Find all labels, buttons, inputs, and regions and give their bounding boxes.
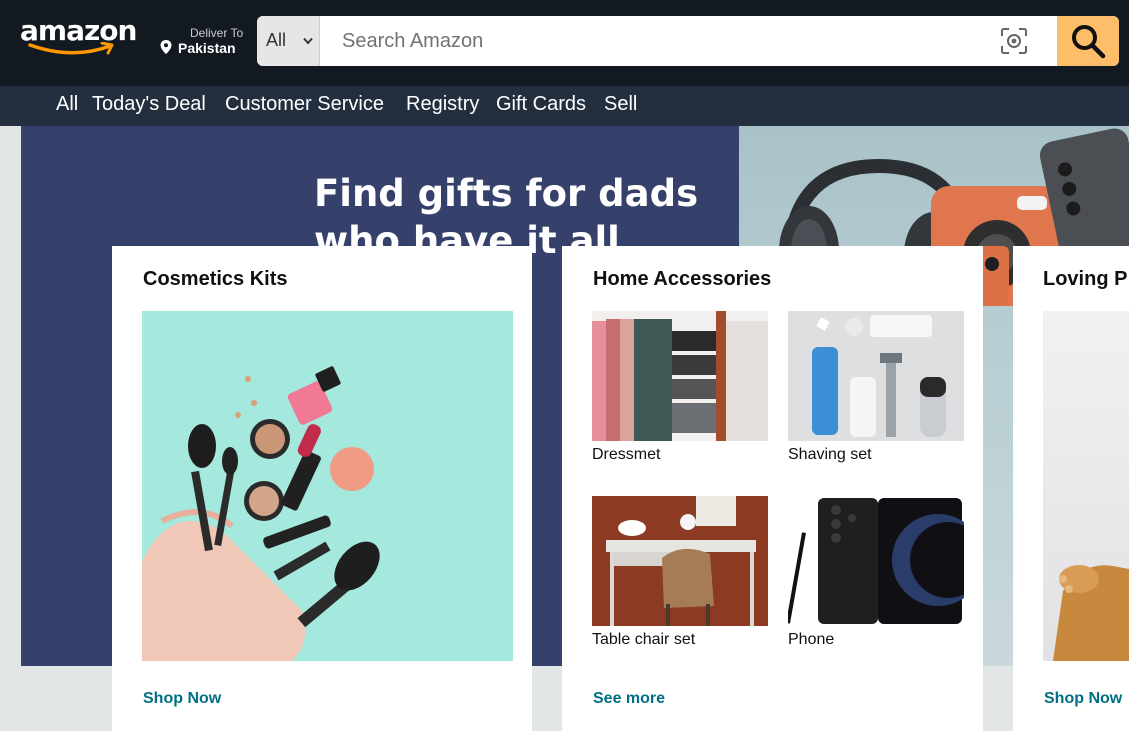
phone-illustration	[788, 496, 964, 626]
tile-shaving-set[interactable]: Shaving set	[788, 311, 964, 471]
search-button[interactable]	[1057, 16, 1119, 66]
top-header: amazon Deliver To Pakistan All	[0, 0, 1129, 86]
card-home-accessories: Home Accessories Dressmet Shaving set Ta…	[562, 246, 983, 731]
amazon-logo[interactable]: amazon	[20, 14, 137, 58]
tile-label: Shaving set	[788, 446, 872, 463]
dressmet-image	[592, 311, 768, 441]
nav-item-sell[interactable]: Sell	[604, 92, 637, 116]
pet-image[interactable]	[1043, 311, 1129, 661]
pet-paw-illustration	[1053, 565, 1129, 661]
card-title: Loving P	[1043, 268, 1128, 290]
search-category-label: All	[266, 30, 287, 50]
smile-arrow-icon	[28, 42, 114, 55]
card-title: Cosmetics Kits	[143, 268, 288, 290]
search-bar: All	[257, 16, 1119, 66]
tile-label: Table chair set	[592, 631, 696, 648]
phone-image	[788, 496, 964, 626]
cosmetics-illustration	[142, 311, 513, 661]
deliver-country: Pakistan	[178, 40, 236, 56]
shop-now-link[interactable]: Shop Now	[1044, 690, 1122, 708]
nav-item-registry[interactable]: Registry	[406, 92, 479, 116]
deliver-label: Deliver To	[190, 26, 244, 40]
nav-item-gift-cards[interactable]: Gift Cards	[496, 92, 586, 116]
nav-item-todays-deal[interactable]: Today's Deal	[92, 92, 206, 116]
tile-dressmet[interactable]: Dressmet	[592, 311, 768, 471]
shaving-set-image	[788, 311, 964, 441]
nav-item-all[interactable]: All	[56, 92, 78, 116]
tile-label: Dressmet	[592, 446, 661, 463]
search-category-select[interactable]: All	[257, 16, 320, 66]
tile-phone[interactable]: Phone	[788, 496, 964, 656]
card-loving-pets: Loving P Shop Now	[1013, 246, 1129, 731]
card-cosmetics-kits: Cosmetics Kits Shop Now	[112, 246, 532, 731]
dressmet-illustration	[592, 311, 768, 441]
table-chair-illustration	[592, 496, 768, 626]
see-more-link[interactable]: See more	[593, 690, 665, 708]
camera-lens-icon[interactable]	[1000, 27, 1028, 55]
nav-strip: All Today's Deal Customer Service Regist…	[0, 86, 1129, 126]
nav-item-customer-service[interactable]: Customer Service	[225, 92, 384, 116]
shaving-set-illustration	[788, 311, 964, 441]
cosmetics-image[interactable]	[142, 311, 513, 661]
tile-label: Phone	[788, 631, 835, 648]
shop-now-link[interactable]: Shop Now	[143, 690, 221, 708]
card-title: Home Accessories	[593, 268, 772, 290]
search-icon	[1072, 25, 1106, 59]
chevron-down-icon	[303, 37, 313, 45]
table-chair-image	[592, 496, 768, 626]
location-pin-icon	[160, 40, 172, 54]
deliver-to[interactable]: Deliver To Pakistan	[160, 24, 250, 58]
tile-table-chair-set[interactable]: Table chair set	[592, 496, 768, 656]
search-input[interactable]	[320, 16, 1057, 66]
